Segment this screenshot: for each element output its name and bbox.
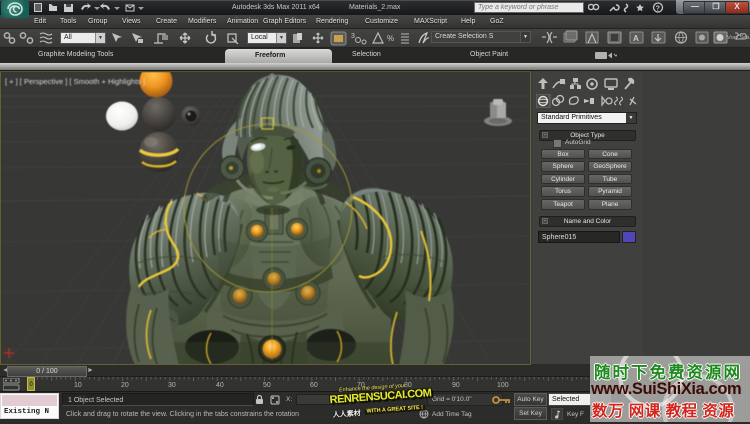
svg-text:[ + ] [ Perspective ] [ Smooth: [ + ] [ Perspective ] [ Smooth + Highlig…: [5, 77, 145, 86]
svg-text:3: 3: [351, 33, 355, 40]
svg-text:%: %: [387, 34, 394, 43]
svg-text:?: ?: [656, 5, 660, 12]
svg-text:A: A: [633, 34, 639, 43]
